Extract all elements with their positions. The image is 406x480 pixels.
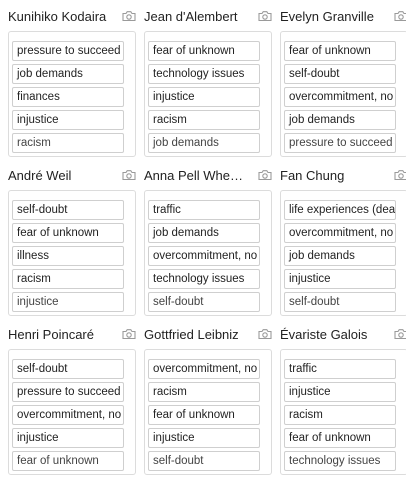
stressor-field[interactable]: racism xyxy=(12,269,124,289)
stressor-field[interactable]: technology issues xyxy=(148,64,260,84)
stressor-field[interactable]: self-doubt xyxy=(12,200,124,220)
camera-icon[interactable] xyxy=(258,10,272,22)
card-title: Gottfried Leibniz xyxy=(144,327,239,342)
stressor-field[interactable]: injustice xyxy=(148,428,260,448)
stressor-field[interactable]: overcommitment, no xyxy=(148,246,260,266)
camera-icon[interactable] xyxy=(394,328,406,340)
card-header: Gottfried Leibniz xyxy=(144,326,272,346)
stressor-field[interactable]: self-doubt xyxy=(284,292,396,312)
card-header: Evelyn Granville xyxy=(280,8,406,28)
card-header: Jean d'Alembert xyxy=(144,8,272,28)
stressor-field[interactable]: fear of unknown xyxy=(12,451,124,471)
stressor-field[interactable]: fear of unknown xyxy=(284,428,396,448)
stressor-field[interactable]: overcommitment, no xyxy=(284,87,396,107)
stressor-list: traffic injustice racism fear of unknown… xyxy=(280,349,406,475)
stressor-field[interactable]: injustice xyxy=(284,382,396,402)
stressor-field[interactable]: technology issues xyxy=(284,451,396,471)
stressor-field[interactable]: technology issues xyxy=(148,269,260,289)
stressor-field[interactable]: injustice xyxy=(284,269,396,289)
card-header: Anna Pell Whe… xyxy=(144,167,272,187)
stressor-list: fear of unknown technology issues injust… xyxy=(144,31,272,157)
card-title: Henri Poincaré xyxy=(8,327,94,342)
card-title: Evelyn Granville xyxy=(280,9,374,24)
stressor-field[interactable]: job demands xyxy=(284,110,396,130)
stressor-field[interactable]: finances xyxy=(12,87,124,107)
stressor-field[interactable]: job demands xyxy=(12,64,124,84)
stressor-field[interactable]: traffic xyxy=(148,200,260,220)
stressor-field[interactable]: racism xyxy=(284,405,396,425)
camera-icon[interactable] xyxy=(258,328,272,340)
stressor-field[interactable]: fear of unknown xyxy=(284,41,396,61)
card-title: Jean d'Alembert xyxy=(144,9,238,24)
person-card: Fan Chung life experiences (dea overcomm… xyxy=(280,167,406,316)
person-card: Anna Pell Whe… traffic job demands overc… xyxy=(144,167,272,316)
person-card: André Weil self-doubt fear of unknown il… xyxy=(8,167,136,316)
stressor-list: fear of unknown self-doubt overcommitmen… xyxy=(280,31,406,157)
card-title: Fan Chung xyxy=(280,168,345,183)
card-header: André Weil xyxy=(8,167,136,187)
camera-icon[interactable] xyxy=(394,10,406,22)
stressor-list: traffic job demands overcommitment, no t… xyxy=(144,190,272,316)
stressor-list: life experiences (dea overcommitment, no… xyxy=(280,190,406,316)
person-card: Evelyn Granville fear of unknown self-do… xyxy=(280,8,406,157)
stressor-field[interactable]: self-doubt xyxy=(12,359,124,379)
stressor-list: pressure to succeed job demands finances… xyxy=(8,31,136,157)
person-card: Kunihiko Kodaira pressure to succeed job… xyxy=(8,8,136,157)
stressor-field[interactable]: pressure to succeed xyxy=(12,41,124,61)
person-card: Henri Poincaré self-doubt pressure to su… xyxy=(8,326,136,475)
camera-icon[interactable] xyxy=(258,169,272,181)
stressor-list: self-doubt fear of unknown illness racis… xyxy=(8,190,136,316)
stressor-field[interactable]: fear of unknown xyxy=(148,405,260,425)
card-title: André Weil xyxy=(8,168,72,183)
stressor-field[interactable]: overcommitment, no xyxy=(12,405,124,425)
card-title: Anna Pell Whe… xyxy=(144,168,243,183)
stressor-field[interactable]: injustice xyxy=(12,110,124,130)
camera-icon[interactable] xyxy=(394,169,406,181)
person-card: Jean d'Alembert fear of unknown technolo… xyxy=(144,8,272,157)
stressor-field[interactable]: overcommitment, no xyxy=(148,359,260,379)
stressor-field[interactable]: self-doubt xyxy=(148,292,260,312)
card-title: Kunihiko Kodaira xyxy=(8,9,107,24)
camera-icon[interactable] xyxy=(122,10,136,22)
card-header: Fan Chung xyxy=(280,167,406,187)
stressor-field[interactable]: self-doubt xyxy=(284,64,396,84)
stressor-field[interactable]: injustice xyxy=(12,428,124,448)
stressor-field[interactable]: pressure to succeed xyxy=(284,133,396,153)
stressor-field[interactable]: fear of unknown xyxy=(148,41,260,61)
stressor-list: self-doubt pressure to succeed overcommi… xyxy=(8,349,136,475)
stressor-field[interactable]: racism xyxy=(148,382,260,402)
card-title: Évariste Galois xyxy=(280,327,368,342)
stressor-field[interactable]: racism xyxy=(12,133,124,153)
camera-icon[interactable] xyxy=(122,169,136,181)
stressor-field[interactable]: overcommitment, no xyxy=(284,223,396,243)
stressor-field[interactable]: self-doubt xyxy=(148,451,260,471)
person-card: Évariste Galois traffic injustice racism… xyxy=(280,326,406,475)
stressor-field[interactable]: job demands xyxy=(148,223,260,243)
stressor-field[interactable]: injustice xyxy=(12,292,124,312)
stressor-field[interactable]: job demands xyxy=(148,133,260,153)
card-header: Évariste Galois xyxy=(280,326,406,346)
stressor-field[interactable]: pressure to succeed xyxy=(12,382,124,402)
stressor-field[interactable]: racism xyxy=(148,110,260,130)
stressor-field[interactable]: illness xyxy=(12,246,124,266)
stressor-field[interactable]: fear of unknown xyxy=(12,223,124,243)
card-header: Kunihiko Kodaira xyxy=(8,8,136,28)
stressor-list: overcommitment, no racism fear of unknow… xyxy=(144,349,272,475)
stressor-field[interactable]: injustice xyxy=(148,87,260,107)
stressor-field[interactable]: job demands xyxy=(284,246,396,266)
person-card: Gottfried Leibniz overcommitment, no rac… xyxy=(144,326,272,475)
camera-icon[interactable] xyxy=(122,328,136,340)
stressor-field[interactable]: traffic xyxy=(284,359,396,379)
stressor-field[interactable]: life experiences (dea xyxy=(284,200,396,220)
card-header: Henri Poincaré xyxy=(8,326,136,346)
